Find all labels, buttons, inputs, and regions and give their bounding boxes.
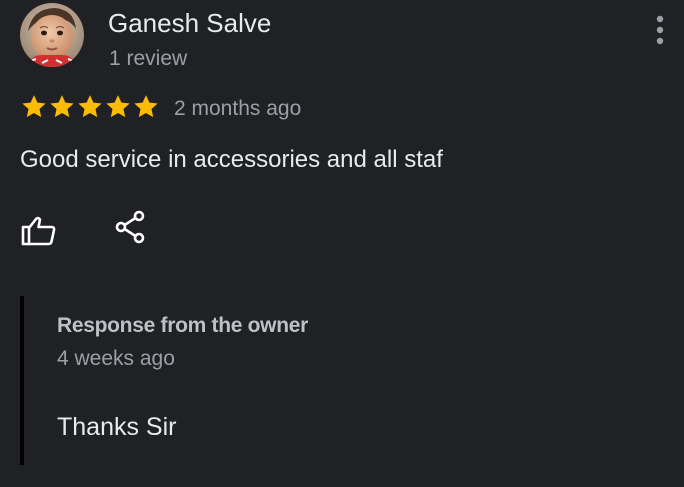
review-text: Good service in accessories and all staf [20,146,443,173]
more-options-button[interactable] [648,12,672,48]
avatar-photo [20,3,84,67]
owner-response-date: 4 weeks ago [57,347,175,370]
share-icon [115,210,145,244]
share-button[interactable] [108,205,152,249]
star-rating [20,93,160,123]
star-icon [134,95,158,118]
more-vert-icon [656,15,664,45]
star-icon [78,95,102,118]
reviewer-avatar[interactable] [20,3,84,67]
owner-response-label: Response from the owner [57,314,308,337]
owner-response-text: Thanks Sir [57,413,177,441]
reviewer-name[interactable]: Ganesh Salve [108,8,271,38]
like-button[interactable] [16,210,60,254]
review-date: 2 months ago [174,97,302,120]
star-icon [106,95,130,118]
star-icon [50,95,74,118]
thumbs-up-icon [21,216,56,246]
reviewer-review-count: 1 review [109,47,188,70]
owner-response: Response from the owner 4 weeks ago Than… [20,296,664,465]
star-icon [22,95,46,118]
